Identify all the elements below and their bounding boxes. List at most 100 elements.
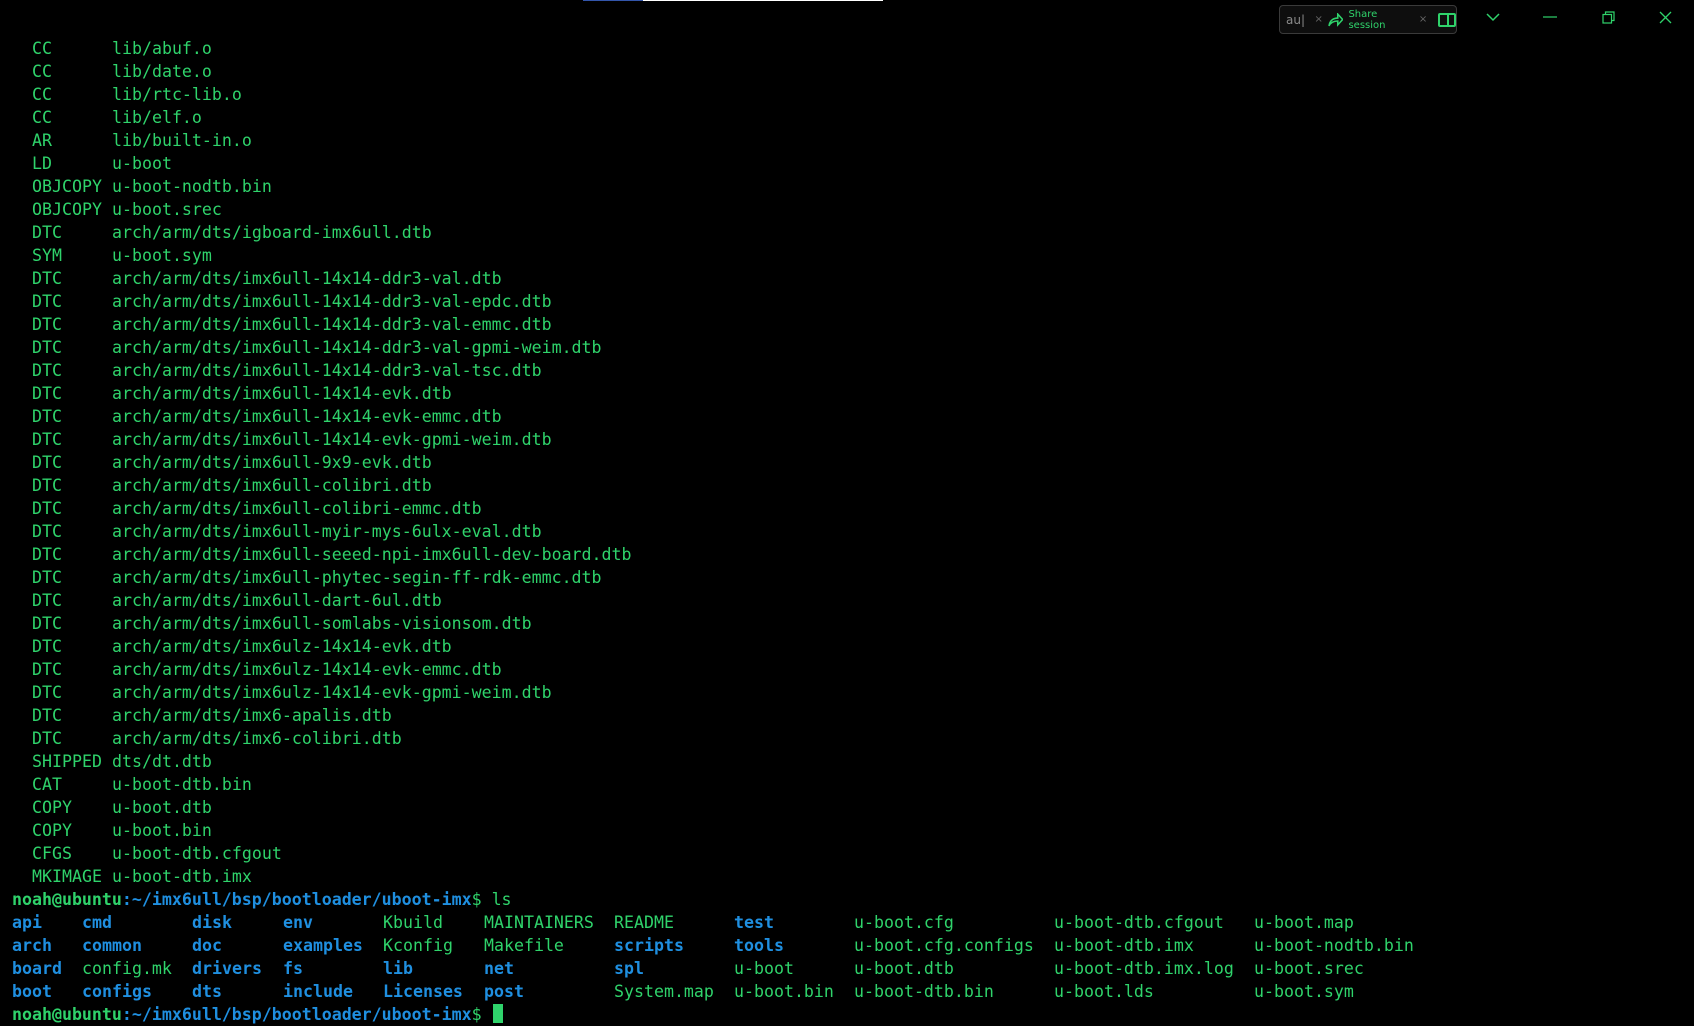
log-line: DTC arch/arm/dts/imx6ulz-14x14-evk-gpmi-w… [12, 681, 1694, 704]
ls-file[interactable]: u-boot [734, 957, 854, 980]
ls-file[interactable]: config.mk [82, 957, 192, 980]
ls-directory[interactable]: examples [283, 934, 383, 957]
ls-directory[interactable]: doc [192, 934, 283, 957]
ls-directory[interactable]: lib [383, 957, 484, 980]
ls-directory[interactable]: boot [12, 980, 82, 1003]
log-target: arch/arm/dts/imx6ull-14x14-ddr3-val-emmc… [112, 315, 552, 334]
log-target: arch/arm/dts/imx6ull-9x9-evk.dtb [112, 453, 432, 472]
ls-file[interactable]: u-boot-dtb.bin [854, 980, 1054, 1003]
log-target: lib/built-in.o [112, 131, 252, 150]
ls-file[interactable]: u-boot.map [1254, 911, 1424, 934]
log-line: SHIPPED dts/dt.dtb [12, 750, 1694, 773]
ls-file[interactable]: MAINTAINERS [484, 911, 614, 934]
ls-file[interactable]: u-boot-dtb.imx.log [1054, 957, 1254, 980]
ls-file[interactable]: u-boot-dtb.imx [1054, 934, 1254, 957]
ls-file[interactable]: u-boot-dtb.cfgout [1054, 911, 1254, 934]
terminal-output[interactable]: CC lib/abuf.o CC lib/date.o CC lib/rtc-lib.o C… [12, 37, 1694, 1026]
log-line: DTC arch/arm/dts/imx6ull-somlabs-visionso… [12, 612, 1694, 635]
active-tab-indicator [583, 0, 643, 1]
ls-directory[interactable]: post [484, 980, 614, 1003]
ls-directory[interactable]: include [283, 980, 383, 1003]
ls-directory[interactable]: drivers [192, 957, 283, 980]
ls-directory[interactable]: fs [283, 957, 383, 980]
ls-directory[interactable]: test [734, 911, 854, 934]
log-line: DTC arch/arm/dts/imx6ull-14x14-evk.dtb [12, 382, 1694, 405]
ls-file[interactable]: u-boot.srec [1254, 957, 1424, 980]
ls-row: arch common doc examples Kconfig Makefile scri… [12, 934, 1694, 957]
log-target: arch/arm/dts/imx6ull-phytec-segin-ff-rdk… [112, 568, 602, 587]
log-tag: LD [32, 154, 52, 173]
log-tag: OBJCOPY [32, 177, 102, 196]
ls-file[interactable]: u-boot-nodtb.bin [1254, 934, 1424, 957]
ls-directory[interactable]: api [12, 911, 82, 934]
log-target: arch/arm/dts/imx6ull-14x14-ddr3-val-epdc… [112, 292, 552, 311]
ls-directory[interactable]: spl [614, 957, 734, 980]
ls-row: api cmd disk env Kbuild MAINTAINERS README test… [12, 911, 1694, 934]
ls-file[interactable]: u-boot.sym [1254, 980, 1424, 1003]
ls-directory[interactable]: configs [82, 980, 192, 1003]
restore-icon[interactable] [1593, 6, 1623, 28]
ls-file[interactable]: u-boot.dtb [854, 957, 1054, 980]
log-tag: DTC [32, 361, 62, 380]
log-line: CC lib/abuf.o [12, 37, 1694, 60]
log-tag: DTC [32, 591, 62, 610]
ls-directory[interactable]: tools [734, 934, 854, 957]
log-tag: DTC [32, 729, 62, 748]
ls-file[interactable]: Makefile [484, 934, 614, 957]
log-target: arch/arm/dts/imx6ulz-14x14-evk-emmc.dtb [112, 660, 502, 679]
ls-file[interactable]: System.map [614, 980, 734, 1003]
ls-directory[interactable]: common [82, 934, 192, 957]
toolbar-search-input[interactable]: au| [1286, 13, 1311, 27]
log-line: COPY u-boot.dtb [12, 796, 1694, 819]
share-session-button[interactable]: Share session [1328, 9, 1416, 31]
log-target: lib/rtc-lib.o [112, 85, 242, 104]
ls-directory[interactable]: cmd [82, 911, 192, 934]
log-target: arch/arm/dts/imx6ull-14x14-ddr3-val-tsc.… [112, 361, 542, 380]
log-line: DTC arch/arm/dts/imx6ull-14x14-ddr3-val-t… [12, 359, 1694, 382]
ls-file[interactable]: u-boot.bin [734, 980, 854, 1003]
log-target: arch/arm/dts/imx6ull-somlabs-visionsom.d… [112, 614, 532, 633]
log-line: DTC arch/arm/dts/imx6ulz-14x14-evk-emmc.d… [12, 658, 1694, 681]
log-line: CAT u-boot-dtb.bin [12, 773, 1694, 796]
ls-directory[interactable]: arch [12, 934, 82, 957]
ls-directory[interactable]: env [283, 911, 383, 934]
ls-directory[interactable]: net [484, 957, 614, 980]
ls-directory[interactable]: board [12, 957, 82, 980]
log-tag: COPY [32, 821, 72, 840]
log-line: CC lib/date.o [12, 60, 1694, 83]
log-tag: DTC [32, 384, 62, 403]
ls-file[interactable]: Kconfig [383, 934, 484, 957]
log-line: DTC arch/arm/dts/imx6ull-14x14-ddr3-val-e… [12, 313, 1694, 336]
cursor[interactable] [492, 1004, 503, 1023]
log-tag: DTC [32, 315, 62, 334]
ls-file[interactable]: u-boot.lds [1054, 980, 1254, 1003]
log-tag: DTC [32, 223, 62, 242]
chevron-down-icon[interactable] [1478, 6, 1508, 28]
log-line: AR lib/built-in.o [12, 129, 1694, 152]
split-pane-icon[interactable] [1438, 12, 1456, 27]
log-tag: DTC [32, 453, 62, 472]
ls-directory[interactable]: dts [192, 980, 283, 1003]
log-tag: DTC [32, 476, 62, 495]
log-line: DTC arch/arm/dts/imx6ull-myir-mys-6ulx-ev… [12, 520, 1694, 543]
ls-directory[interactable]: Licenses [383, 980, 484, 1003]
log-line: DTC arch/arm/dts/imx6-apalis.dtb [12, 704, 1694, 727]
close-search-icon[interactable]: × [1314, 14, 1322, 25]
ls-file[interactable]: README [614, 911, 734, 934]
log-target: arch/arm/dts/imx6-colibri.dtb [112, 729, 402, 748]
log-line: DTC arch/arm/dts/imx6ull-colibri.dtb [12, 474, 1694, 497]
log-tag: DTC [32, 614, 62, 633]
minimize-icon[interactable] [1535, 6, 1565, 28]
close-icon[interactable] [1650, 6, 1680, 28]
log-target: arch/arm/dts/imx6ull-colibri-emmc.dtb [112, 499, 482, 518]
tab-indicator [643, 0, 883, 1]
tab-strip [583, 0, 883, 1]
log-tag: DTC [32, 683, 62, 702]
ls-file[interactable]: Kbuild [383, 911, 484, 934]
ls-file[interactable]: u-boot.cfg.configs [854, 934, 1054, 957]
prompt-path: :~/imx6ull/bsp/bootloader/uboot-imx [121, 890, 472, 909]
ls-file[interactable]: u-boot.cfg [854, 911, 1054, 934]
close-share-icon[interactable]: × [1419, 14, 1427, 25]
ls-directory[interactable]: scripts [614, 934, 734, 957]
ls-directory[interactable]: disk [192, 911, 283, 934]
